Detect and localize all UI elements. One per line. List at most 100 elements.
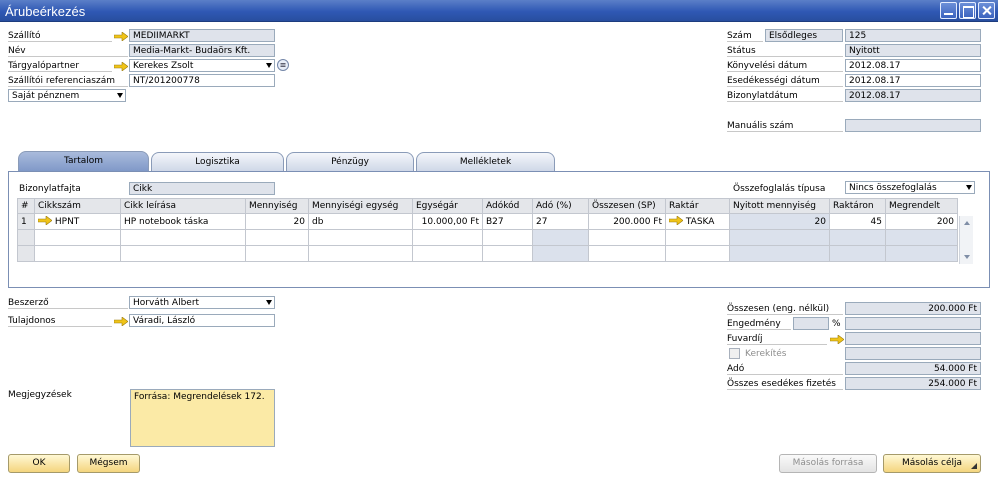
- column-header[interactable]: Megrendelt: [885, 198, 958, 214]
- doctype-label: Bizonylatfajta: [19, 184, 81, 194]
- tab-contents[interactable]: Tartalom: [18, 151, 149, 172]
- open-quantity-cell: 20: [729, 213, 830, 230]
- warehouse-code: TASKA: [685, 217, 715, 227]
- table-row[interactable]: 1 HPNT HP notebook táska 20 db 10.000,00…: [17, 213, 958, 230]
- buyer-select[interactable]: Horváth Albert: [129, 296, 275, 309]
- total-due-field: 254.000 Ft: [845, 377, 981, 390]
- tax-code-cell[interactable]: B27: [482, 213, 533, 230]
- column-header[interactable]: Cikk leírása: [120, 198, 246, 214]
- due-date-field[interactable]: 2012.08.17: [845, 74, 981, 87]
- link-arrow-icon[interactable]: [114, 317, 128, 326]
- rounding-checkbox[interactable]: [729, 348, 740, 359]
- column-header[interactable]: Mennyiségi egység: [308, 198, 413, 214]
- discount-amount-field: [845, 317, 981, 330]
- chevron-down-icon: [966, 185, 972, 190]
- name-label: Név: [8, 46, 128, 57]
- supplier-label: Szállító: [8, 31, 112, 42]
- expand-corner-icon: [971, 463, 977, 469]
- chevron-down-icon: [117, 93, 123, 98]
- copy-from-button[interactable]: Másolás forrása: [779, 454, 877, 473]
- number-field[interactable]: 125: [845, 29, 981, 42]
- currency-select[interactable]: Saját pénznem: [8, 89, 126, 102]
- document-date-field[interactable]: 2012.08.17: [845, 89, 981, 102]
- tab-logistics[interactable]: Logisztika: [151, 152, 284, 172]
- copy-to-button[interactable]: Másolás célja: [883, 454, 981, 473]
- column-header[interactable]: Raktár: [665, 198, 730, 214]
- contact-select[interactable]: Kerekes Zsolt: [129, 59, 275, 72]
- uom-cell[interactable]: db: [308, 213, 413, 230]
- window-title: Árubeérkezés: [5, 4, 86, 19]
- manual-number-field[interactable]: [845, 119, 981, 132]
- minimize-button[interactable]: [940, 2, 957, 19]
- link-arrow-icon[interactable]: [114, 62, 128, 71]
- series-field[interactable]: Elsődleges: [765, 29, 843, 42]
- percent-sign: %: [832, 319, 841, 329]
- column-header[interactable]: Adó (%): [532, 198, 589, 214]
- remarks-label: Megjegyzések: [8, 390, 72, 400]
- column-header[interactable]: Egységár: [412, 198, 483, 214]
- column-header[interactable]: Raktáron: [829, 198, 886, 214]
- summary-type-select[interactable]: Nincs összefoglalás: [845, 181, 975, 194]
- ref-label: Szállítói referenciaszám: [8, 76, 128, 87]
- table-header-row: # Cikkszám Cikk leírása Mennyiség Mennyi…: [17, 198, 958, 214]
- row-number[interactable]: 1: [17, 213, 35, 230]
- total-before-discount-label: Összesen (eng. nélkül): [727, 304, 843, 315]
- ref-field[interactable]: NT/201200778: [129, 74, 275, 87]
- remarks-textarea[interactable]: Forrása: Megrendelések 172.: [130, 389, 275, 447]
- column-header[interactable]: Mennyiség: [245, 198, 309, 214]
- posting-date-field[interactable]: 2012.08.17: [845, 59, 981, 72]
- quantity-cell[interactable]: 20: [245, 213, 309, 230]
- column-header[interactable]: Nyitott mennyiség: [729, 198, 830, 214]
- rounding-field: [845, 347, 981, 360]
- column-header[interactable]: Cikkszám: [34, 198, 121, 214]
- rounding-label: Kerekítés: [745, 349, 787, 359]
- tab-attachments[interactable]: Mellékletek: [416, 152, 555, 172]
- discount-percent-field[interactable]: [793, 317, 829, 330]
- tax-field: 54.000 Ft: [845, 362, 981, 375]
- status-label: Státus: [727, 46, 843, 57]
- freight-label: Fuvardíj: [727, 334, 827, 345]
- link-arrow-icon[interactable]: [114, 32, 128, 41]
- item-description-cell[interactable]: HP notebook táska: [120, 213, 246, 230]
- column-header[interactable]: Összesen (SP): [588, 198, 666, 214]
- in-stock-cell: 45: [829, 213, 886, 230]
- table-row[interactable]: [17, 245, 958, 262]
- status-field[interactable]: Nyitott: [845, 44, 981, 57]
- list-icon[interactable]: [277, 59, 289, 71]
- tab-accounting[interactable]: Pénzügy: [286, 152, 414, 172]
- column-header[interactable]: #: [17, 198, 35, 214]
- ok-button[interactable]: OK: [8, 454, 70, 473]
- warehouse-cell[interactable]: TASKA: [665, 213, 730, 230]
- scroll-down-icon: [964, 255, 970, 259]
- number-label: Szám: [727, 31, 763, 42]
- currency-select-value: Saját pénznem: [12, 91, 80, 101]
- table-scrollbar[interactable]: [959, 216, 973, 264]
- freight-field[interactable]: [845, 332, 981, 345]
- unit-price-cell[interactable]: 10.000,00 Ft: [412, 213, 483, 230]
- link-arrow-icon[interactable]: [37, 215, 53, 226]
- maximize-button[interactable]: [959, 2, 976, 19]
- owner-label: Tulajdonos: [8, 316, 112, 327]
- name-field[interactable]: Media-Markt- Budaörs Kft.: [129, 44, 275, 57]
- scroll-up-icon: [964, 221, 970, 225]
- link-arrow-icon[interactable]: [830, 335, 844, 344]
- chevron-down-icon: [266, 63, 272, 68]
- doctype-field[interactable]: Cikk: [129, 182, 275, 195]
- copy-to-label: Másolás célja: [901, 458, 963, 468]
- tax-label: Adó: [727, 364, 843, 375]
- contact-label: Tárgyalópartner: [8, 61, 112, 72]
- table-row[interactable]: [17, 229, 958, 246]
- link-arrow-icon[interactable]: [668, 215, 684, 226]
- discount-label: Engedmény: [727, 319, 791, 330]
- due-date-label: Esedékességi dátum: [727, 76, 843, 87]
- owner-field[interactable]: Váradi, László: [129, 314, 275, 327]
- manual-number-label: Manuális szám: [727, 121, 843, 132]
- total-cell[interactable]: 200.000 Ft: [588, 213, 666, 230]
- item-code-cell[interactable]: HPNT: [34, 213, 121, 230]
- close-button[interactable]: [978, 2, 995, 19]
- column-header[interactable]: Adókód: [482, 198, 533, 214]
- ordered-cell: 200: [885, 213, 958, 230]
- cancel-button[interactable]: Mégsem: [77, 454, 140, 473]
- supplier-code-field[interactable]: MEDIIMARKT: [129, 29, 275, 42]
- item-code: HPNT: [54, 217, 80, 227]
